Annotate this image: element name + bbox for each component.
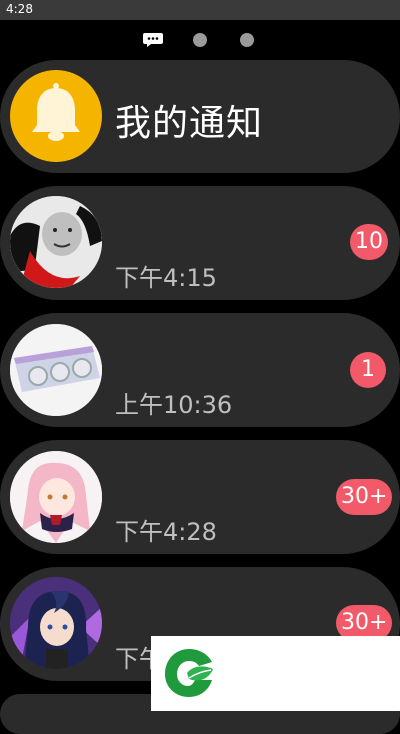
green-leaf-logo — [165, 649, 213, 697]
anime-girl-blue-hair-avatar — [10, 577, 102, 669]
watermark-overlay — [151, 636, 400, 711]
conversation-item[interactable]: 上午10:36 1 — [0, 313, 400, 427]
chat-icon[interactable] — [142, 32, 164, 48]
status-time: 4:28 — [6, 2, 33, 16]
anime-girl-blue-image — [10, 577, 102, 669]
status-bar: 4:28 — [0, 0, 400, 20]
page-dot-2[interactable] — [193, 33, 207, 47]
message-time: 下午4:28 — [115, 518, 217, 546]
my-notifications-card[interactable]: 我的通知 — [0, 60, 400, 173]
message-time: 下午4:15 — [115, 264, 217, 292]
conversation-item[interactable]: 下午4:28 30+ — [0, 440, 400, 554]
graphics-card-avatar — [10, 324, 102, 416]
message-time: 上午10:36 — [115, 391, 233, 419]
page-dot-3[interactable] — [240, 33, 254, 47]
bell-icon — [32, 83, 80, 141]
meme-face-image — [10, 196, 102, 288]
anime-girl-pink-image — [10, 451, 102, 543]
conversation-item[interactable]: 下午4:15 10 — [0, 186, 400, 300]
unread-badge: 1 — [350, 352, 386, 388]
unread-badge: 10 — [350, 224, 388, 260]
notifications-title: 我的通知 — [115, 103, 264, 144]
anime-girl-pink-hair-avatar — [10, 451, 102, 543]
page-indicator — [0, 30, 400, 50]
meme-face-avatar — [10, 196, 102, 288]
graphics-card-image — [10, 324, 102, 416]
bell-avatar — [10, 70, 102, 162]
unread-badge: 30+ — [336, 479, 393, 515]
